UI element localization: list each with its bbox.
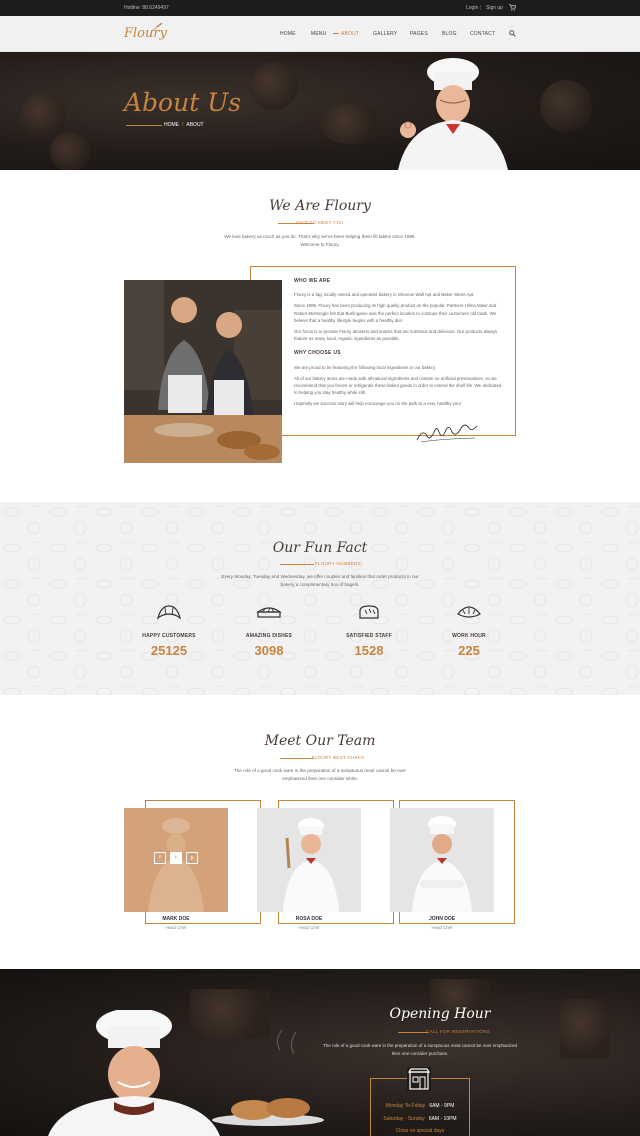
funfact-subtitle: FLOURY NUMBERS [314,561,362,566]
team-member-name: MARK DOE [162,916,190,922]
intro-title: We Are Floury [269,198,371,214]
funfact-desc-line: Every Monday, Tuesday and Wednesday, we … [221,574,419,579]
funfact-label: AMAZING DISHES [245,633,293,639]
funfact-description: Every Monday, Tuesday and Wednesday, we … [200,573,440,589]
hero-bg-cup [250,62,298,110]
team-photo[interactable] [257,808,361,912]
intro-description: We love bakery as much as you do. That's… [200,233,440,249]
signature-image [416,424,478,443]
team-title: Meet Our Team [264,733,376,749]
funfact-title: Our Fun Fact [272,540,368,556]
funfact-value: 225 [458,643,480,658]
intro-desc-line: We love bakery as much as you do. That's… [224,234,416,239]
intro-desc-line: Welcome to Floury. [300,242,340,247]
login-link[interactable]: Login [466,5,478,11]
hero-bg-pastry [20,92,66,138]
nav-gallery[interactable]: GALLERY [373,31,397,37]
logo-wheat-icon [151,22,163,32]
funfact-value: 1528 [354,643,384,658]
opening-day: Saturday - Sunday [383,1116,425,1122]
team-member-role: Head Chef [165,925,187,930]
team-description: The role of a good cook ware in the prep… [210,767,430,783]
bakers-photo [124,280,282,463]
about-text: WHO WE ARE Floury is a fag, locally owne… [294,278,504,412]
opening-row: Monday To Friday 6AM - 9PM [370,1103,470,1109]
opening-time: 6AM - 10PM [428,1116,457,1122]
opening-time: 6AM - 9PM [429,1103,455,1109]
team-member-role: Head Chef [298,925,320,930]
funfact-value: 25125 [150,643,188,658]
nav-menu[interactable]: MENU [311,31,327,37]
page-title: About Us [124,88,242,117]
croissant-icon [156,605,182,620]
team-member-role: Head Chef [431,925,453,930]
funfact-value: 3098 [254,643,284,658]
team-desc-line: The role of a good cook ware in the prep… [233,768,407,773]
hero-bg-plate [540,80,592,132]
opening-row: Saturday - Sunday 6AM - 10PM [370,1116,470,1122]
pinterest-icon[interactable]: p [186,852,198,864]
about-paragraph: All of our bakery items are made with al… [294,375,502,396]
main-nav: Floury HOME MENU ABOUT GALLERY PAGES BLO… [0,16,640,52]
nav-pages[interactable]: PAGES [410,31,428,37]
nav-home[interactable]: HOME [280,31,296,37]
search-icon[interactable] [509,30,516,37]
about-paragraph: We are proud to be featuring the followi… [294,364,436,370]
pie-icon [256,607,282,618]
topbar-separator: | [480,5,482,11]
breadcrumb-separator: / [182,122,184,128]
about-paragraph: Hopefully we success story will help enc… [294,401,461,407]
facebook-icon[interactable]: f [154,852,166,864]
chef-illustration [398,58,508,170]
team-subtitle: FLOURY BEST CHEFS [311,755,365,760]
nav-blog[interactable]: BLOG [442,31,457,37]
team-member-name: ROSA DOE [295,916,323,922]
who-we-are-heading: WHO WE ARE [294,278,331,284]
opening-closed-note: Close on special days [395,1128,445,1134]
team-member-name: JOHN DOE [428,916,456,922]
fun-fact-section [0,502,640,695]
bakers-illustration [124,280,282,463]
team-photo[interactable] [390,808,494,912]
nav-contact[interactable]: CONTACT [470,31,495,37]
signup-link[interactable]: Sign up [486,5,503,11]
pastry-icon [457,606,481,618]
bakery-pattern-background [0,502,640,695]
chef-with-bread-illustration [48,1010,324,1136]
funfact-label: HAPPY CUSTOMERS [142,633,196,639]
hero-bg-plate [320,104,380,144]
intro-subtitle: NICE TO MEET YOU [296,220,344,225]
funfact-label: SATISFIED STAFF [346,633,392,639]
breadcrumb: HOME / ABOUT [164,122,204,128]
opening-bg-shelf [560,999,610,1059]
funfact-label: WORK HOUR [452,633,486,639]
male-chef-illustration [390,808,494,912]
why-choose-us-heading: WHY CHOOSE US [294,350,341,357]
top-bar: Hotline: 88.6249497 Login | Sign up [0,0,640,16]
team-desc-line: emphasized then one consider white. [282,776,358,781]
hotline-text: Hotline: 88.6249497 [124,5,169,11]
breadcrumb-home[interactable]: HOME [164,122,179,128]
about-paragraph: Our focus is to provide Floury desserts … [294,329,498,342]
breadcrumb-divider [126,125,162,126]
twitter-icon[interactable]: t [170,852,182,864]
opening-day: Monday To Friday [385,1103,426,1109]
bakery-shop-icon [407,1067,431,1091]
opening-subtitle: CALL FOR RESERVATIONS [426,1029,490,1034]
page-hero: About Us HOME / ABOUT [0,52,640,170]
breadcrumb-current: ABOUT [186,122,204,128]
bread-icon [359,605,379,619]
about-paragraph: Since 1999, Floury has been producing it… [294,303,497,323]
opening-description: The role of a good cook ware in the prep… [322,1043,518,1056]
female-chef-illustration [257,808,361,912]
nav-about[interactable]: ABOUT [332,31,359,37]
opening-title: Opening Hour [389,1006,491,1022]
about-paragraph: Floury is a fag, locally owned and opera… [294,292,475,298]
hero-bg-pastry [50,132,90,170]
cart-icon[interactable] [509,4,516,11]
funfact-desc-line: bakery a complimentary box of bagels. [280,582,360,587]
